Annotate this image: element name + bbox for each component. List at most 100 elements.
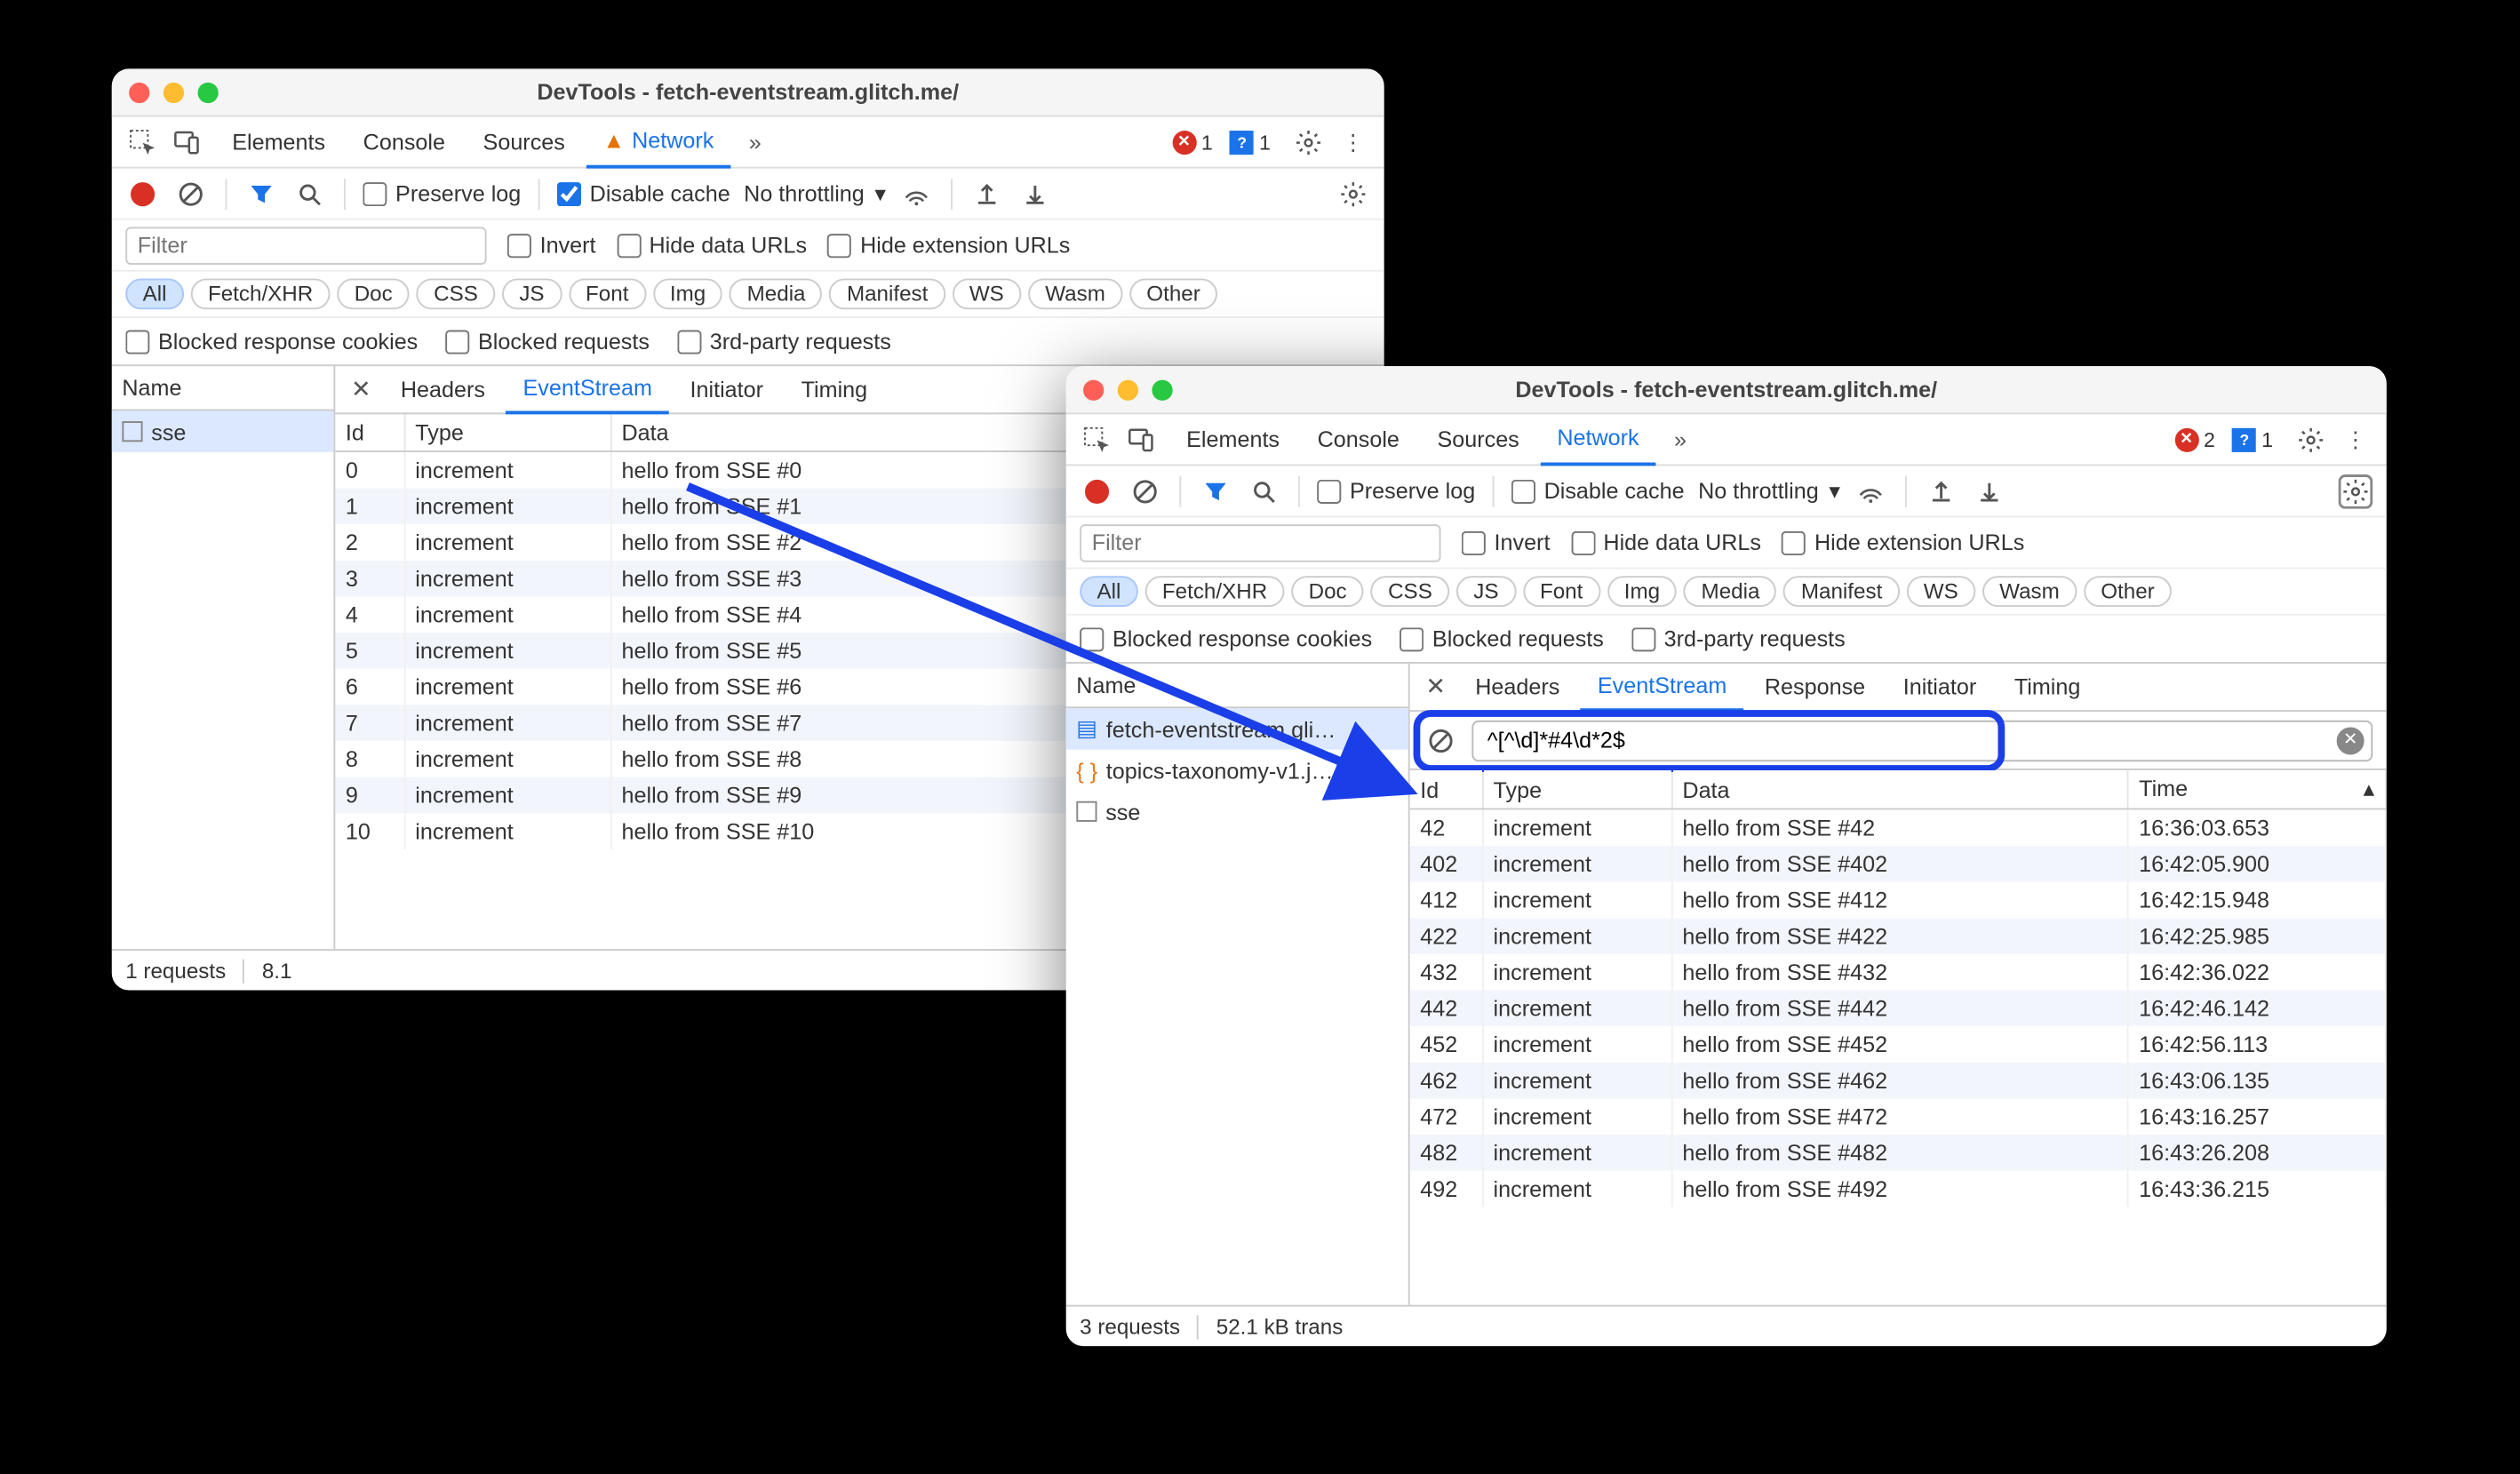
minimize-button[interactable] <box>163 82 184 102</box>
type-chip-js[interactable]: JS <box>1456 576 1516 607</box>
col-id[interactable]: Id <box>1410 770 1482 809</box>
col-type[interactable]: Type <box>1482 770 1671 809</box>
network-settings-icon[interactable] <box>1336 176 1370 211</box>
table-row[interactable]: 492incrementhello from SSE #49216:43:36.… <box>1410 1171 2386 1207</box>
throttling-select[interactable]: No throttling▾ <box>1698 477 1840 505</box>
inspect-icon[interactable] <box>1076 418 1117 459</box>
type-chip-fetchxhr[interactable]: Fetch/XHR <box>1145 576 1285 607</box>
error-count[interactable]: ✕1 <box>1172 130 1213 154</box>
tab-sources[interactable]: Sources <box>1420 415 1536 463</box>
kebab-menu-icon[interactable]: ⋮ <box>1333 121 1374 162</box>
upload-har-icon[interactable] <box>1925 474 1959 508</box>
col-data[interactable]: Data <box>1671 770 2128 809</box>
detail-tab-eventstream[interactable]: EventStream <box>1581 663 1744 711</box>
download-har-icon[interactable] <box>1018 176 1053 211</box>
search-icon[interactable] <box>292 176 327 211</box>
table-row[interactable]: 402incrementhello from SSE #40216:42:05.… <box>1410 846 2386 882</box>
type-chip-media[interactable]: Media <box>1684 576 1777 607</box>
inspect-icon[interactable] <box>122 121 163 162</box>
close-detail-icon[interactable]: ✕ <box>342 375 380 404</box>
error-count[interactable]: ✕2 <box>2174 427 2215 451</box>
filter-icon[interactable] <box>244 176 279 211</box>
more-tabs-icon[interactable]: » <box>1660 418 1701 459</box>
network-conditions-icon[interactable] <box>900 176 935 211</box>
traffic-lights[interactable] <box>1083 379 1173 400</box>
type-chip-css[interactable]: CSS <box>1371 576 1449 607</box>
blocked-cookies-checkbox[interactable]: Blocked response cookies <box>1080 625 1372 651</box>
invert-checkbox[interactable]: Invert <box>507 232 596 258</box>
blocked-requests-checkbox[interactable]: Blocked requests <box>445 329 650 355</box>
table-row[interactable]: 412incrementhello from SSE #41216:42:15.… <box>1410 882 2386 919</box>
disable-cache-checkbox[interactable]: Disable cache <box>557 180 730 206</box>
clear-button[interactable] <box>1128 474 1162 508</box>
hide-ext-urls-checkbox[interactable]: Hide extension URLs <box>827 232 1070 258</box>
record-button[interactable] <box>125 176 160 211</box>
type-chip-ws[interactable]: WS <box>1906 576 1975 607</box>
network-conditions-icon[interactable] <box>1854 474 1888 508</box>
disable-cache-checkbox[interactable]: Disable cache <box>1511 478 1685 504</box>
tab-console[interactable]: Console <box>1300 415 1416 463</box>
table-row[interactable]: 432incrementhello from SSE #43216:42:36.… <box>1410 954 2386 991</box>
3rd-party-checkbox[interactable]: 3rd-party requests <box>677 329 891 355</box>
detail-tab-headers[interactable]: Headers <box>1458 665 1577 709</box>
tab-elements[interactable]: Elements <box>1169 415 1297 463</box>
type-chip-all[interactable]: All <box>125 278 184 309</box>
network-settings-icon[interactable] <box>2339 474 2373 508</box>
type-chip-font[interactable]: Font <box>569 278 646 309</box>
type-chip-manifest[interactable]: Manifest <box>1784 576 1900 607</box>
close-detail-icon[interactable]: ✕ <box>1416 673 1455 702</box>
detail-tab-initiator[interactable]: Initiator <box>673 367 780 411</box>
col-id[interactable]: Id <box>335 414 403 451</box>
eventstream-table[interactable]: Id Type Data Time ▴ 42incrementhello fro… <box>1410 770 2387 1305</box>
clear-button[interactable] <box>173 176 208 211</box>
filter-input[interactable] <box>1080 523 1440 562</box>
device-toolbar-icon[interactable] <box>167 121 208 162</box>
type-chip-js[interactable]: JS <box>502 278 562 309</box>
invert-checkbox[interactable]: Invert <box>1462 530 1551 555</box>
table-row[interactable]: 422incrementhello from SSE #42216:42:25.… <box>1410 918 2386 954</box>
info-count[interactable]: ?1 <box>2232 427 2273 451</box>
tab-network[interactable]: ▲Network <box>586 116 731 168</box>
close-button[interactable] <box>1083 379 1104 400</box>
upload-har-icon[interactable] <box>970 176 1005 211</box>
type-chip-ws[interactable]: WS <box>952 278 1021 309</box>
request-item-js[interactable]: { }topics-taxonomy-v1.j… <box>1066 750 1408 791</box>
traffic-lights[interactable] <box>129 82 219 102</box>
table-row[interactable]: 42incrementhello from SSE #4216:36:03.65… <box>1410 809 2386 846</box>
info-count[interactable]: ?1 <box>1230 130 1271 154</box>
type-chip-manifest[interactable]: Manifest <box>830 278 945 309</box>
blocked-requests-checkbox[interactable]: Blocked requests <box>1400 625 1604 651</box>
type-chip-media[interactable]: Media <box>730 278 823 309</box>
type-chip-img[interactable]: Img <box>653 278 723 309</box>
col-type[interactable]: Type <box>404 414 610 451</box>
detail-tab-timing[interactable]: Timing <box>1997 665 2097 709</box>
type-chip-other[interactable]: Other <box>2084 576 2172 607</box>
detail-tab-timing[interactable]: Timing <box>784 367 884 411</box>
tab-console[interactable]: Console <box>346 118 462 166</box>
detail-tab-eventstream[interactable]: EventStream <box>506 365 669 413</box>
clear-filter-icon[interactable]: ✕ <box>2337 727 2364 754</box>
3rd-party-checkbox[interactable]: 3rd-party requests <box>1631 625 1846 651</box>
device-toolbar-icon[interactable] <box>1121 418 1162 459</box>
type-chip-font[interactable]: Font <box>1523 576 1600 607</box>
hide-ext-urls-checkbox[interactable]: Hide extension URLs <box>1782 530 2024 555</box>
detail-tab-initiator[interactable]: Initiator <box>1886 665 1993 709</box>
maximize-button[interactable] <box>198 82 219 102</box>
filter-input[interactable] <box>125 226 486 264</box>
minimize-button[interactable] <box>1118 379 1138 400</box>
type-chip-doc[interactable]: Doc <box>1291 576 1364 607</box>
table-row[interactable]: 442incrementhello from SSE #44216:42:46.… <box>1410 991 2386 1027</box>
type-chip-doc[interactable]: Doc <box>337 278 410 309</box>
request-item-sse[interactable]: sse <box>112 410 334 451</box>
record-button[interactable] <box>1080 474 1114 508</box>
table-row[interactable]: 472incrementhello from SSE #47216:43:16.… <box>1410 1098 2386 1135</box>
hide-data-urls-checkbox[interactable]: Hide data URLs <box>1571 530 1761 555</box>
settings-icon[interactable] <box>1288 121 1328 162</box>
filter-icon[interactable] <box>1199 474 1233 508</box>
type-chip-other[interactable]: Other <box>1129 278 1217 309</box>
blocked-cookies-checkbox[interactable]: Blocked response cookies <box>125 329 418 355</box>
kebab-menu-icon[interactable]: ⋮ <box>2335 418 2376 459</box>
preserve-log-checkbox[interactable]: Preserve log <box>1317 478 1475 504</box>
preserve-log-checkbox[interactable]: Preserve log <box>363 180 521 206</box>
type-chip-css[interactable]: CSS <box>417 278 495 309</box>
